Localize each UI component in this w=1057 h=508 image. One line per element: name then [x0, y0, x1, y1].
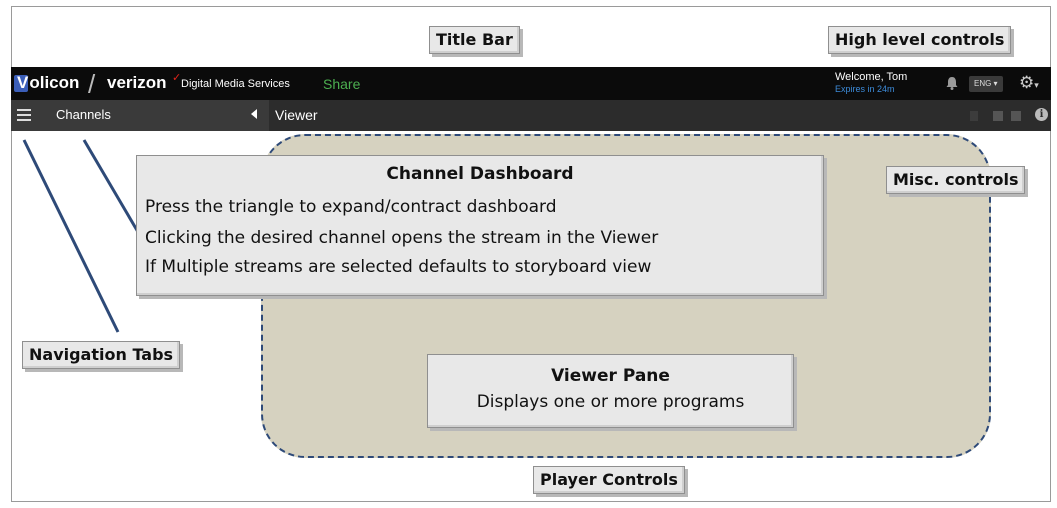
layout-icon[interactable] [1011, 111, 1021, 121]
dashboard-note-line: Clicking the desired channel opens the s… [145, 228, 659, 248]
viewer-pane-callout: Viewer Pane Displays one or more program… [427, 354, 794, 428]
grid-icon[interactable] [993, 111, 1003, 121]
verizon-logo: verizon [107, 73, 167, 92]
callout-high-level-controls: High level controls [828, 26, 1012, 54]
tab-channels[interactable]: Channels [56, 107, 111, 122]
callout-misc-controls: Misc. controls [886, 166, 1026, 194]
welcome-text: Welcome, Tom [835, 71, 908, 83]
channel-dashboard-title: Channel Dashboard [386, 164, 574, 184]
callout-navigation-tabs: Navigation Tabs [22, 341, 181, 369]
product-name: Digital Media Services [181, 78, 290, 90]
viewer-pane-description: Displays one or more programs [476, 392, 745, 412]
logo-divider: / [88, 69, 96, 99]
tab-viewer[interactable]: Viewer [275, 107, 318, 123]
info-icon[interactable]: i [1035, 108, 1048, 121]
language-select[interactable]: ENG ▾ [969, 76, 1003, 92]
viewer-pane-title: Viewer Pane [551, 366, 670, 386]
dashboard-note-line: If Multiple streams are selected default… [145, 257, 652, 277]
dashboard-note-line: Press the triangle to expand/contract da… [145, 197, 557, 217]
channels-tab-area [11, 100, 269, 131]
channel-dashboard-callout: Channel Dashboard Press the triangle to … [136, 155, 824, 296]
title-bar: Volicon / verizon ✓ Digital Media Servic… [11, 67, 1051, 100]
session-expiry: Expires in 24m [835, 84, 895, 94]
hamburger-icon[interactable] [17, 109, 31, 121]
prev-icon[interactable] [970, 111, 978, 121]
share-link[interactable]: Share [323, 76, 360, 92]
callout-title-bar: Title Bar [429, 26, 520, 54]
verizon-check-icon: ✓ [172, 71, 182, 84]
callout-player-controls: Player Controls [533, 466, 685, 494]
volicon-logo: Volicon [17, 73, 80, 92]
gear-icon[interactable]: ⚙▾ [1019, 73, 1039, 93]
collapse-triangle-icon[interactable] [251, 109, 257, 119]
bell-icon[interactable] [944, 75, 960, 91]
navigation-bar: Channels Viewer i [11, 100, 1051, 131]
